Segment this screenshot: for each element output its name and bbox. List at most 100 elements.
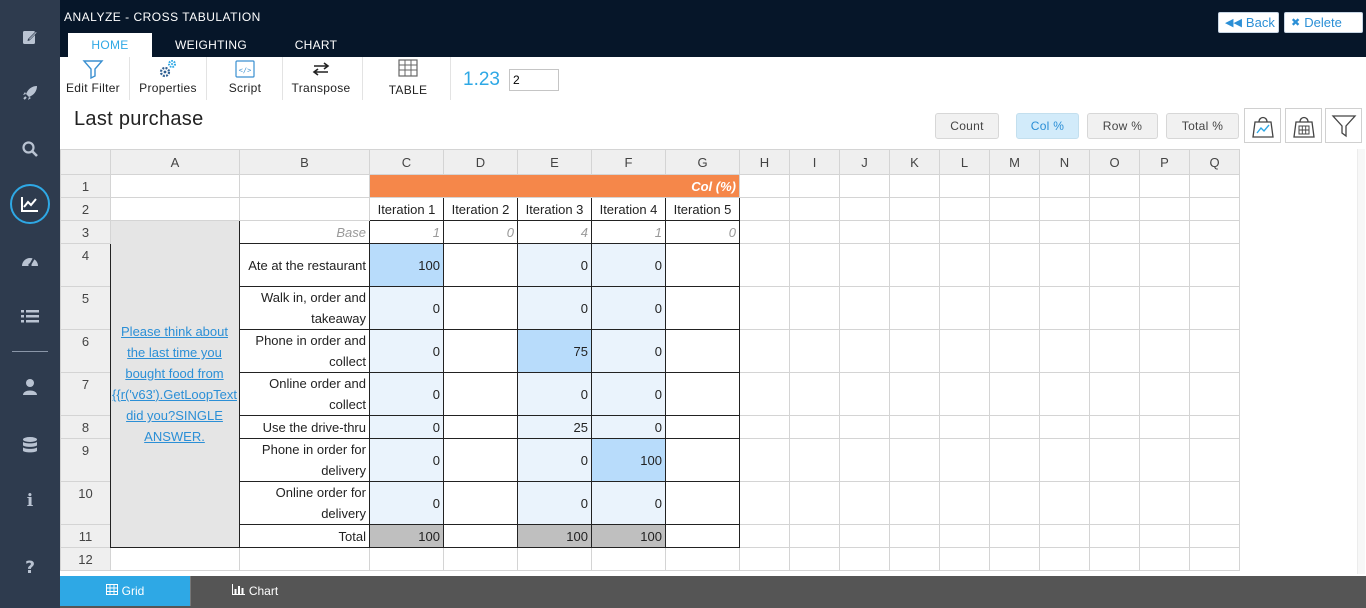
database-icon[interactable] [10, 425, 50, 465]
row-header[interactable]: 11 [60, 524, 111, 548]
grid-cell[interactable] [1039, 415, 1090, 439]
grid-cell[interactable] [239, 197, 370, 221]
grid-cell[interactable] [939, 329, 990, 373]
total-cell[interactable] [443, 524, 518, 548]
table-button[interactable]: TABLE [378, 57, 438, 100]
iteration-header[interactable]: Iteration 5 [665, 197, 740, 221]
value-cell[interactable] [443, 415, 518, 439]
grid-cell[interactable] [1039, 197, 1090, 221]
column-header[interactable]: C [369, 149, 444, 175]
grid-cell[interactable] [1189, 481, 1240, 525]
grid-cell[interactable] [1139, 438, 1190, 482]
list-icon[interactable] [10, 296, 50, 336]
grid-cell[interactable] [1039, 220, 1090, 244]
grid-cell[interactable] [739, 415, 790, 439]
grid-cell[interactable] [939, 415, 990, 439]
value-cell[interactable]: 0 [369, 286, 444, 330]
grid-cell[interactable] [1089, 329, 1140, 373]
grid-cell[interactable] [1139, 329, 1190, 373]
base-label[interactable]: Base [239, 220, 370, 244]
answer-label[interactable]: Walk in, order and takeaway [239, 286, 370, 330]
value-cell[interactable]: 75 [517, 329, 592, 373]
grid-cell[interactable] [989, 372, 1040, 416]
export-table-button[interactable] [1285, 108, 1322, 143]
row-header[interactable]: 7 [60, 372, 111, 416]
grid-cell[interactable] [989, 243, 1040, 287]
grid-cell[interactable] [1039, 286, 1090, 330]
column-header[interactable]: N [1039, 149, 1090, 175]
answer-label[interactable]: Phone in order and collect [239, 329, 370, 373]
value-cell[interactable]: 0 [517, 243, 592, 287]
grid-cell[interactable] [1139, 372, 1190, 416]
grid-cell[interactable] [239, 547, 370, 571]
grid-cell[interactable] [889, 415, 940, 439]
grid-cell[interactable] [1139, 286, 1190, 330]
grid-cell[interactable] [739, 524, 790, 548]
grid-cell[interactable] [839, 415, 890, 439]
grid-cell[interactable] [1189, 243, 1240, 287]
base-value[interactable]: 4 [517, 220, 592, 244]
grid-cell[interactable] [739, 329, 790, 373]
grid-cell[interactable] [889, 243, 940, 287]
value-cell[interactable]: 0 [369, 481, 444, 525]
grid-cell[interactable] [1189, 547, 1240, 571]
grid-cell[interactable] [1039, 481, 1090, 525]
banner-cell[interactable]: Col (%) [369, 174, 740, 198]
grid-cell[interactable] [989, 415, 1040, 439]
question-link[interactable]: Please think about the last time you bou… [112, 321, 239, 447]
grid-cell[interactable] [939, 547, 990, 571]
grid-cell[interactable] [239, 174, 370, 198]
rocket-icon[interactable] [10, 73, 50, 113]
grid-cell[interactable] [1089, 286, 1140, 330]
grid-cell[interactable] [939, 243, 990, 287]
grid-cell[interactable] [839, 524, 890, 548]
row-header[interactable]: 9 [60, 438, 111, 482]
grid-cell[interactable] [789, 372, 840, 416]
row-header[interactable]: 2 [60, 197, 111, 221]
grid-view-tab[interactable]: Grid [60, 576, 190, 606]
total-cell[interactable]: 100 [591, 524, 666, 548]
column-header[interactable]: G [665, 149, 740, 175]
column-header[interactable]: P [1139, 149, 1190, 175]
grid-cell[interactable] [739, 174, 790, 198]
grid-cell[interactable] [1039, 372, 1090, 416]
row-header[interactable]: 10 [60, 481, 111, 525]
grid-cell[interactable] [1039, 174, 1090, 198]
grid-cell[interactable] [939, 286, 990, 330]
grid-cell[interactable] [939, 438, 990, 482]
value-cell[interactable] [665, 329, 740, 373]
value-cell[interactable]: 25 [517, 415, 592, 439]
column-header[interactable]: J [839, 149, 890, 175]
iteration-header[interactable]: Iteration 4 [591, 197, 666, 221]
grid-cell[interactable] [889, 547, 940, 571]
grid-cell[interactable] [989, 220, 1040, 244]
row-header[interactable]: 6 [60, 329, 111, 373]
transpose-button[interactable]: Transpose [288, 57, 354, 100]
tab-chart[interactable]: CHART [270, 33, 362, 57]
value-cell[interactable] [665, 481, 740, 525]
analyze-icon[interactable] [10, 184, 50, 224]
column-header[interactable]: I [789, 149, 840, 175]
column-header[interactable]: D [443, 149, 518, 175]
value-cell[interactable]: 0 [591, 243, 666, 287]
grid-cell[interactable] [1089, 197, 1140, 221]
answer-label[interactable]: Phone in order for delivery [239, 438, 370, 482]
grid-cell[interactable] [1139, 197, 1190, 221]
grid-cell[interactable] [989, 547, 1040, 571]
grid-cell[interactable] [1189, 329, 1240, 373]
answer-label[interactable]: Online order for delivery [239, 481, 370, 525]
grid-cell[interactable] [839, 372, 890, 416]
grid-cell[interactable] [110, 547, 240, 571]
grid-cell[interactable] [110, 174, 240, 198]
grid-cell[interactable] [839, 329, 890, 373]
grid-cell[interactable] [1189, 286, 1240, 330]
back-button[interactable]: ◀◀ Back [1218, 12, 1279, 33]
grid-cell[interactable] [1039, 243, 1090, 287]
corner-cell[interactable] [60, 149, 111, 175]
grid-cell[interactable] [939, 481, 990, 525]
question-cell[interactable]: Please think about the last time you bou… [110, 220, 240, 548]
grid-cell[interactable] [1189, 415, 1240, 439]
grid-cell[interactable] [989, 524, 1040, 548]
value-cell[interactable] [665, 372, 740, 416]
grid-cell[interactable] [1089, 547, 1140, 571]
